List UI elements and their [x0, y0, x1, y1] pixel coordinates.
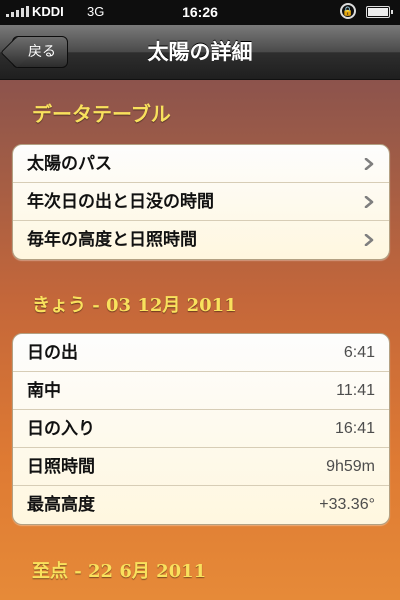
battery-icon [366, 6, 393, 18]
row-value: 16:41 [334, 420, 375, 437]
chevron-right-icon [364, 158, 374, 170]
row-annual-sunrise-sunset[interactable]: 年次日の出と日没の時間 [13, 183, 389, 221]
row-sun-path[interactable]: 太陽のパス [13, 145, 389, 183]
navigation-bar: 太陽の詳細 戻る [0, 25, 400, 80]
row-label: 年次日の出と日没の時間 [27, 192, 214, 212]
row-label: 日の出 [27, 343, 78, 363]
row-annual-altitude-daylight[interactable]: 毎年の高度と日照時間 [13, 221, 389, 259]
row-solar-noon: 南中 11:41 [13, 372, 389, 410]
row-value: 11:41 [336, 382, 375, 399]
chevron-right-icon [364, 234, 374, 246]
section-header-today: きょう - 03 12月 2011 [32, 295, 237, 316]
rotation-lock-icon: 🔒 [340, 3, 356, 19]
row-sunset: 日の入り 16:41 [13, 410, 389, 448]
row-label: 太陽のパス [27, 154, 112, 174]
row-value: +33.36° [319, 496, 375, 513]
back-button[interactable]: 戻る [12, 36, 68, 68]
chevron-right-icon [364, 196, 374, 208]
row-label: 南中 [27, 381, 61, 401]
data-table-group: 太陽のパス 年次日の出と日没の時間 毎年の高度と日照時間 [12, 144, 390, 260]
row-label: 最高高度 [27, 495, 95, 515]
back-button-label: 戻る [28, 44, 56, 60]
section-header-solstice: 至点 - 22 6月 2011 [32, 561, 207, 582]
row-max-altitude: 最高高度 +33.36° [13, 486, 389, 524]
section-header-data-table: データテーブル [32, 102, 171, 126]
status-bar: KDDI 3G 16:26 🔒 [0, 0, 400, 25]
row-value: 6:41 [343, 344, 375, 361]
today-group: 日の出 6:41 南中 11:41 日の入り 16:41 日照時間 9h59m … [12, 333, 390, 525]
row-sunrise: 日の出 6:41 [13, 334, 389, 372]
row-daylight-duration: 日照時間 9h59m [13, 448, 389, 486]
row-label: 毎年の高度と日照時間 [27, 230, 197, 250]
row-label: 日の入り [27, 419, 95, 439]
row-value: 9h59m [326, 458, 375, 475]
row-label: 日照時間 [27, 457, 95, 477]
